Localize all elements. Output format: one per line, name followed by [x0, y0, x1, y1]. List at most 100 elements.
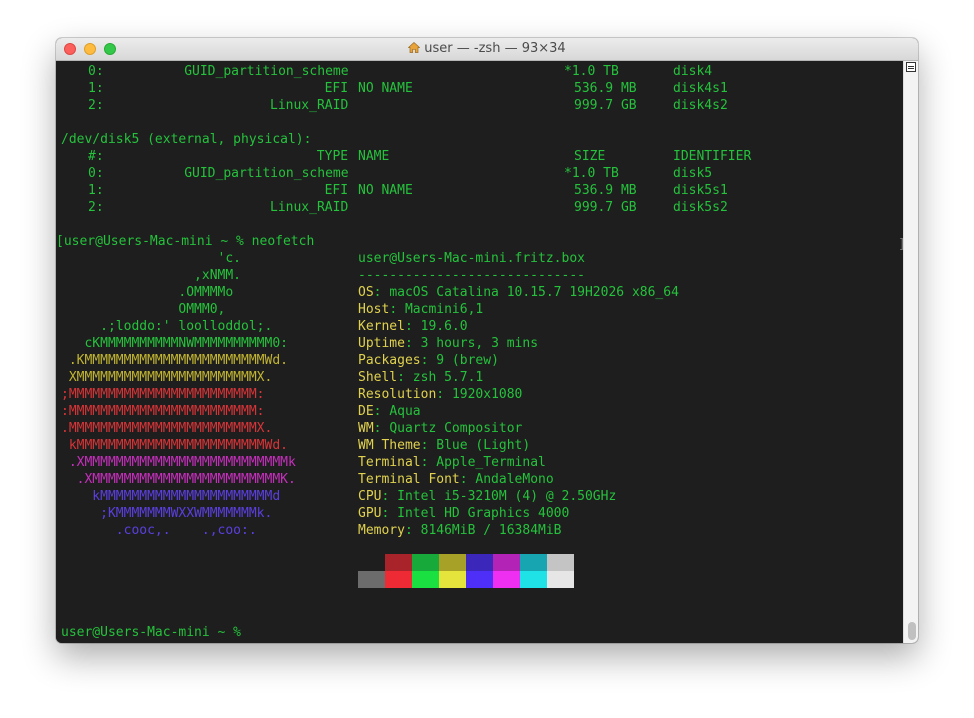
palette-bottom-swatch: [547, 571, 574, 588]
info-label: OS: [358, 285, 374, 300]
scrollbar-thumb[interactable]: [908, 622, 916, 640]
info-line: Memory: 8146MiB / 16384MiB: [358, 522, 562, 539]
terminal-content[interactable]: 0: GUID_partition_scheme *1.0 TB disk4 1: EFI…: [56, 61, 904, 643]
info-separator: :: [420, 353, 437, 368]
partition-name: NO NAME: [358, 183, 413, 198]
info-separator: :: [420, 455, 437, 470]
palette-top-swatch: [547, 554, 574, 571]
palette-top-swatch: [439, 554, 466, 571]
partition-type: EFI: [324, 81, 349, 96]
partition-type: GUID_partition_scheme: [184, 166, 349, 181]
logo-line: .;loddo:' loolloddol;.: [61, 319, 273, 334]
palette-bottom-swatch: [412, 571, 439, 588]
logo-line: .OMMMMo: [61, 285, 234, 300]
partition-identifier: disk4s2: [673, 98, 728, 113]
info-line: Terminal: Apple_Terminal: [358, 454, 546, 471]
logo-line: cKMMMMMMMMMMNWMMMMMMMMMM0:: [61, 336, 288, 351]
info-line: Kernel: 19.6.0: [358, 318, 468, 335]
logo-line: .MMMMMMMMMMMMMMMMMMMMMMMMX.: [61, 421, 273, 436]
info-value: Intel HD Graphics 4000: [397, 506, 570, 521]
logo-line: :MMMMMMMMMMMMMMMMMMMMMMMM:: [61, 404, 265, 419]
column-size: SIZE: [574, 149, 606, 164]
logo-line: XMMMMMMMMMMMMMMMMMMMMMMMX.: [61, 370, 273, 385]
partition-size: 536.9 MB: [574, 183, 637, 198]
info-label: Terminal: [358, 455, 421, 470]
palette-bottom-swatch: [493, 571, 520, 588]
partition-size: *1.0 TB: [564, 64, 619, 79]
info-value: AndaleMono: [475, 472, 554, 487]
partition-number: 2:: [88, 200, 104, 215]
partition-number: 1:: [88, 183, 104, 198]
info-line: Terminal Font: AndaleMono: [358, 471, 554, 488]
partition-number: 0:: [88, 166, 104, 181]
column-name: NAME: [358, 149, 390, 164]
info-line: DE: Aqua: [358, 403, 421, 420]
info-line: OS: macOS Catalina 10.15.7 19H2026 x86_6…: [358, 284, 679, 301]
info-value: 8146MiB / 16384MiB: [420, 523, 562, 538]
info-value: Blue (Light): [436, 438, 531, 453]
palette-bottom-swatch: [385, 571, 412, 588]
info-label: Uptime: [358, 336, 405, 351]
info-line: CPU: Intel i5-3210M (4) @ 2.50GHz: [358, 488, 616, 505]
partition-type: EFI: [324, 183, 349, 198]
partition-number: 1:: [88, 81, 104, 96]
shell-prompt[interactable]: user@Users-Mac-mini ~ %: [61, 624, 249, 641]
info-label: Kernel: [358, 319, 405, 334]
info-line: WM: Quartz Compositor: [358, 420, 522, 437]
info-label: Memory: [358, 523, 405, 538]
window-title-container: user — -zsh — 93×34: [56, 41, 918, 56]
info-separator: :: [397, 370, 413, 385]
split-pane-icon[interactable]: [906, 62, 916, 72]
palette-top-swatch: [412, 554, 439, 571]
partition-type: Linux_RAID: [270, 98, 349, 113]
info-value: macOS Catalina 10.15.7 19H2026 x86_64: [389, 285, 679, 300]
vertical-scrollbar[interactable]: [903, 61, 918, 643]
info-label: Host: [358, 302, 390, 317]
info-label: WM: [358, 421, 374, 436]
info-label: Shell: [358, 370, 398, 385]
info-value: Intel i5-3210M (4) @ 2.50GHz: [397, 489, 617, 504]
partition-size: *1.0 TB: [564, 166, 619, 181]
palette-top-swatch: [358, 554, 385, 571]
partition-identifier: disk4s1: [673, 81, 728, 96]
partition-name: NO NAME: [358, 81, 413, 96]
info-value: Aqua: [389, 404, 421, 419]
info-line: WM Theme: Blue (Light): [358, 437, 530, 454]
info-line: Host: Macmini6,1: [358, 301, 483, 318]
palette-bottom-swatch: [466, 571, 493, 588]
info-value: Macmini6,1: [404, 302, 484, 317]
logo-line: ;KMMMMMMMWXXWMMMMMMMk.: [61, 506, 273, 521]
neofetch-divider: -----------------------------: [358, 268, 585, 283]
palette-bottom-swatch: [439, 571, 466, 588]
info-separator: :: [420, 438, 437, 453]
partition-size: 536.9 MB: [574, 81, 637, 96]
neofetch-command-line: [user@Users-Mac-mini ~ % neofetch: [56, 234, 315, 249]
logo-line: .XMMMMMMMMMMMMMMMMMMMMMMMMMMk: [61, 455, 296, 470]
partition-identifier: disk5s2: [673, 200, 728, 215]
partition-type: Linux_RAID: [270, 200, 349, 215]
info-label: DE: [358, 404, 374, 419]
column-identifier: IDENTIFIER: [673, 149, 752, 164]
info-label: CPU: [358, 489, 382, 504]
neofetch-userhost: user@Users-Mac-mini.fritz.box: [358, 251, 585, 266]
info-value: 19.6.0: [420, 319, 468, 334]
logo-line: kMMMMMMMMMMMMMMMMMMMMMMd: [61, 489, 281, 504]
info-value: Apple_Terminal: [436, 455, 546, 470]
info-label: Packages: [358, 353, 421, 368]
partition-identifier: disk5s1: [673, 183, 728, 198]
info-separator: :: [459, 472, 476, 487]
partition-number: 2:: [88, 98, 104, 113]
logo-line: ;MMMMMMMMMMMMMMMMMMMMMMMM:: [61, 387, 265, 402]
logo-line: ,xNMM.: [61, 268, 242, 283]
info-label: GPU: [358, 506, 382, 521]
partition-identifier: disk4: [673, 64, 713, 79]
logo-line: .KMMMMMMMMMMMMMMMMMMMMMMMWd.: [61, 353, 288, 368]
column-type: TYPE: [316, 149, 349, 164]
info-value: 3 hours, 3 mins: [420, 336, 539, 351]
palette-top-swatch: [466, 554, 493, 571]
title-bar[interactable]: user — -zsh — 93×34: [56, 38, 918, 61]
palette-top-swatch: [493, 554, 520, 571]
info-value: Quartz Compositor: [389, 421, 523, 436]
palette-top-swatch: [385, 554, 412, 571]
palette-bottom-swatch: [520, 571, 547, 588]
